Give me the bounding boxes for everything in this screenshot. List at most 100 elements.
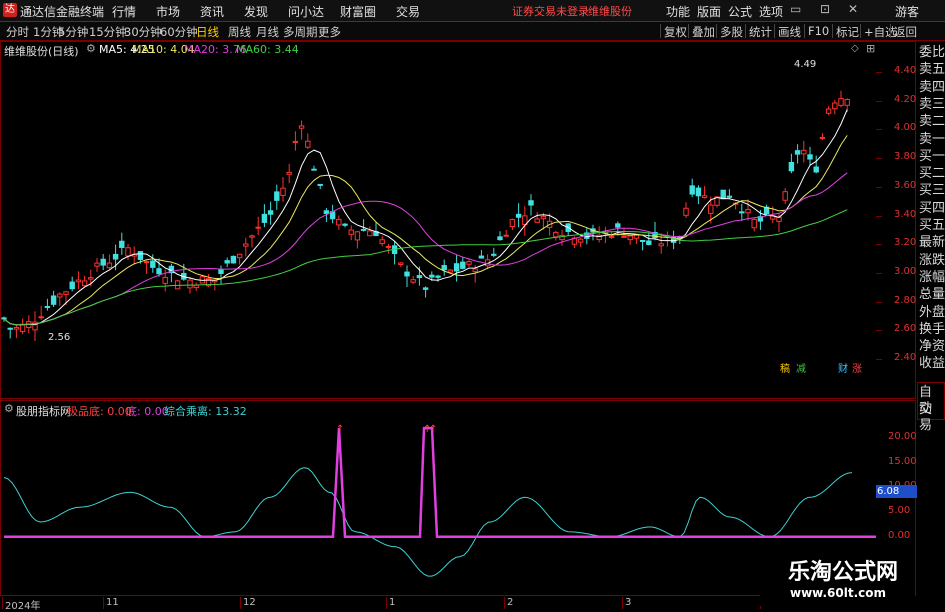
- toolbar-button[interactable]: 标记: [836, 24, 859, 40]
- sidebar-tab[interactable]: 换手: [919, 322, 945, 338]
- sidebar-tab[interactable]: 收益: [919, 356, 945, 372]
- period-tab[interactable]: 分时: [6, 24, 29, 40]
- candle-body: [236, 253, 243, 259]
- sidebar-tab[interactable]: 买一: [919, 149, 945, 165]
- main-y-tick: 4.00: [894, 122, 917, 134]
- period-tab[interactable]: 15分钟: [89, 24, 127, 40]
- period-tab[interactable]: 5分钟: [58, 24, 88, 40]
- candle-body: [230, 255, 237, 264]
- toolbar-button[interactable]: 返回: [894, 24, 917, 40]
- menu-item[interactable]: 发现: [244, 3, 268, 20]
- candle-body: [540, 215, 547, 220]
- watermark: 乐淘公式网 www.60lt.com: [760, 552, 915, 606]
- event-badge[interactable]: 财: [838, 360, 848, 375]
- toolbar-button[interactable]: 叠加: [692, 24, 715, 40]
- sidebar-tab[interactable]: 涨跌: [919, 253, 945, 269]
- candlestick-chart[interactable]: [0, 41, 876, 399]
- main-y-tick: 3.60: [894, 179, 917, 191]
- sidebar-tab[interactable]: 净资: [919, 339, 945, 355]
- indicator-y-tick: 0.00: [888, 529, 911, 541]
- candle-body: [75, 279, 82, 283]
- menu-item[interactable]: 问小达: [288, 3, 324, 20]
- sidebar-tab[interactable]: 最新: [919, 235, 945, 251]
- candle-body: [801, 149, 807, 155]
- menu-bar: 达 通达信金融终端 行情 市场 资讯 发现 问小达 财富圈 交易 证券交易未登录 维维股份 …: [0, 0, 945, 22]
- sidebar-tab[interactable]: 外盘: [919, 305, 945, 321]
- candle-body: [119, 240, 125, 248]
- candle-body: [441, 265, 447, 271]
- watermark-url: www.60lt.com: [790, 586, 887, 600]
- right-menu-item[interactable]: 公式: [728, 3, 752, 20]
- sidebar-trade-button[interactable]: 交易: [919, 402, 944, 434]
- period-tab[interactable]: 月线: [256, 24, 279, 40]
- minimize-icon[interactable]: ▭: [790, 2, 801, 16]
- candle-body: [453, 263, 460, 272]
- candle-body: [323, 210, 330, 214]
- sidebar-tab[interactable]: 卖四: [919, 80, 945, 96]
- menu-item[interactable]: 财富圈: [340, 3, 376, 20]
- candle-body: [472, 268, 478, 273]
- x-tick-label: 2: [507, 597, 514, 608]
- candle-body: [503, 234, 509, 237]
- period-tab[interactable]: 日线: [196, 24, 219, 40]
- right-menu-item[interactable]: 版面: [697, 3, 721, 20]
- period-tab[interactable]: 多周期: [283, 24, 318, 40]
- event-badge[interactable]: 涨: [852, 360, 862, 375]
- main-y-tick-mark: [876, 215, 882, 217]
- toolbar-button[interactable]: 画线: [778, 24, 801, 40]
- event-badge[interactable]: 减: [796, 360, 806, 375]
- candle-body: [782, 191, 788, 201]
- candle-body: [112, 253, 119, 260]
- right-menu-item[interactable]: 功能: [666, 3, 690, 20]
- toolbar-button[interactable]: F10: [808, 24, 829, 38]
- candle-body: [689, 185, 695, 195]
- candle-body: [838, 98, 844, 106]
- candle-body: [13, 327, 20, 330]
- candle-body: [726, 195, 733, 198]
- login-status[interactable]: 证券交易未登录: [512, 3, 589, 19]
- sidebar-tab[interactable]: 买二: [919, 166, 945, 182]
- candle-body: [627, 235, 633, 241]
- candle-body: [577, 238, 584, 243]
- restore-icon[interactable]: ⊡: [820, 2, 830, 16]
- event-badge[interactable]: 稿: [780, 360, 790, 375]
- candle-body: [336, 218, 342, 226]
- sidebar-tab[interactable]: 买三: [919, 183, 945, 199]
- sidebar-tab[interactable]: 委比: [919, 45, 945, 61]
- candle-body: [701, 195, 708, 199]
- close-icon[interactable]: ✕: [848, 2, 858, 16]
- candle-body: [621, 235, 627, 238]
- sidebar-tab[interactable]: 总量: [919, 287, 945, 303]
- candle-body: [88, 277, 94, 280]
- toolbar-button[interactable]: +自选: [864, 24, 897, 40]
- x-tick-label: 11: [106, 597, 119, 608]
- sidebar-tab[interactable]: 卖五: [919, 62, 945, 78]
- right-menu-item[interactable]: 选项: [759, 3, 783, 20]
- sidebar-tab[interactable]: 买五: [919, 218, 945, 234]
- period-tab[interactable]: 60分钟: [160, 24, 198, 40]
- menu-item[interactable]: 市场: [156, 3, 180, 20]
- sidebar-tab[interactable]: 买四: [919, 201, 945, 217]
- toolbar-button[interactable]: 多股: [720, 24, 743, 40]
- candle-body: [739, 211, 745, 214]
- current-stock-name: 维维股份: [588, 5, 632, 18]
- menu-item[interactable]: 行情: [112, 3, 136, 20]
- sidebar-tab[interactable]: 卖一: [919, 132, 945, 148]
- period-tab[interactable]: 30分钟: [124, 24, 162, 40]
- sidebar-tab[interactable]: 卖二: [919, 114, 945, 130]
- candle-body: [243, 243, 249, 247]
- period-tab[interactable]: 周线: [228, 24, 251, 40]
- menu-item[interactable]: 资讯: [200, 3, 224, 20]
- guest-user[interactable]: 游客: [895, 3, 919, 20]
- toolbar-button[interactable]: 复权: [664, 24, 687, 40]
- sidebar-tab[interactable]: 卖三: [919, 97, 945, 113]
- indicator-chart[interactable]: ↑ ↑↑: [0, 400, 876, 596]
- menu-item[interactable]: 交易: [396, 3, 420, 20]
- indicator-y-tick: 5.00: [888, 505, 911, 517]
- toolbar-button[interactable]: 统计: [749, 24, 772, 40]
- sidebar-tab[interactable]: 涨幅: [919, 270, 945, 286]
- candle-body: [1, 317, 7, 320]
- period-tab[interactable]: 更多: [318, 24, 341, 40]
- x-tick-label: 1: [389, 597, 396, 608]
- candle-body: [38, 316, 44, 319]
